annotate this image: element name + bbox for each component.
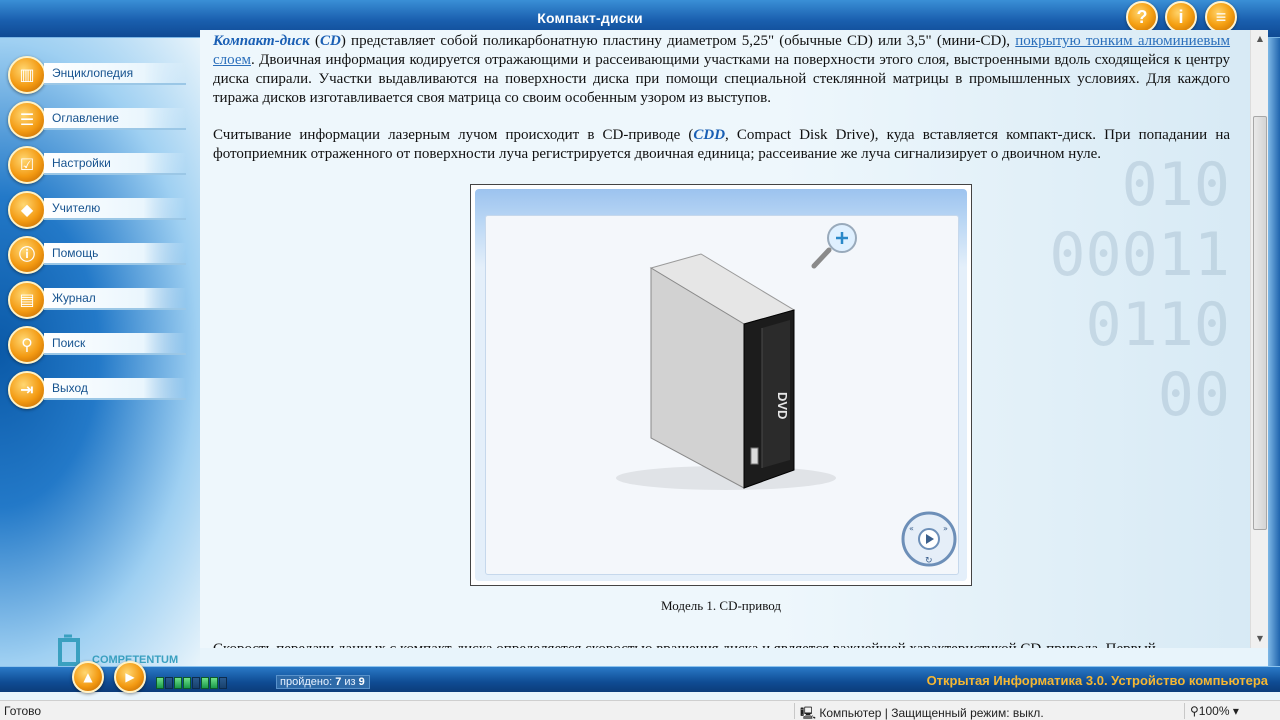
sidebar-item-label: Поиск: [52, 336, 86, 350]
sidebar-item-settings[interactable]: ☑ Настройки: [8, 146, 186, 186]
sidebar-item-label: Энциклопедия: [52, 66, 134, 80]
vertical-scrollbar[interactable]: ▲ ▼: [1250, 30, 1268, 648]
background-decoration: 010 00011 0110 00: [1049, 150, 1230, 430]
sidebar-item-label: Журнал: [52, 291, 96, 305]
sidebar-item-help[interactable]: ⓘ Помощь: [8, 236, 186, 276]
zoom-icon[interactable]: [811, 223, 857, 269]
security-zone: 🖳 Компьютер | Защищенный режим: выкл.: [800, 706, 1044, 720]
scroll-thumb[interactable]: [1253, 116, 1267, 530]
content-area: 010 00011 0110 00 Компакт-диск (CD) предста…: [200, 30, 1250, 648]
journal-icon: ▤: [8, 281, 46, 319]
exit-icon: ⇥: [8, 371, 46, 409]
sidebar-item-exit[interactable]: ⇥ Выход: [8, 371, 186, 411]
status-text: Готово: [4, 704, 42, 718]
next-page-button[interactable]: ▶: [114, 661, 146, 693]
dvd-logo: DVD: [775, 392, 790, 419]
help-book-icon: ⓘ: [8, 236, 46, 274]
sidebar-item-label: Настройки: [52, 156, 111, 170]
search-icon: ⚲: [8, 326, 46, 364]
competentum-logo: COMPETENTUM: [54, 632, 184, 668]
computer-icon: 🖳: [800, 706, 820, 720]
term-cd-abbr: CD: [319, 33, 341, 49]
paragraph-2: Считывание информации лазерным лучом про…: [213, 127, 1231, 162]
sidebar-item-label: Выход: [52, 381, 88, 395]
sidebar-item-encyclopedia[interactable]: ▥ Энциклопедия: [8, 56, 186, 96]
checkbox-icon: ☑: [8, 146, 46, 184]
sidebar-item-journal[interactable]: ▤ Журнал: [8, 281, 186, 321]
model-viewer: DVD « » ↻: [470, 184, 972, 586]
scroll-up-icon[interactable]: ▲: [1252, 32, 1268, 46]
graduation-cap-icon: ◆: [8, 191, 46, 229]
sidebar-item-teacher[interactable]: ◆ Учителю: [8, 191, 186, 231]
window-title: Компакт-диски: [537, 10, 643, 26]
cd-drive-model: DVD: [616, 223, 857, 490]
model-canvas[interactable]: DVD: [485, 215, 959, 575]
info-icon: i: [1178, 7, 1184, 27]
list-icon: ☰: [8, 101, 46, 139]
sidebar-item-label: Помощь: [52, 246, 99, 260]
svg-text:↻: ↻: [925, 556, 933, 566]
scroll-down-icon[interactable]: ▼: [1252, 632, 1268, 646]
arrow-up-icon: ▲: [83, 670, 93, 684]
help-icon: ?: [1136, 7, 1148, 27]
progress-indicator: [156, 676, 228, 689]
term-cdd: CDD: [693, 127, 726, 143]
window-frame-edge: [1268, 38, 1280, 666]
zoom-icon: ⚲: [1190, 704, 1199, 718]
sidebar-item-label: Учителю: [52, 201, 101, 215]
playback-control[interactable]: « » ↻: [899, 509, 959, 569]
menu-icon: ≡: [1215, 7, 1227, 27]
svg-text:«: «: [909, 524, 914, 533]
zoom-level[interactable]: ⚲100% ▾: [1190, 704, 1239, 718]
term-cd: Компакт-диск: [213, 33, 310, 49]
sidebar-item-label: Оглавление: [52, 111, 119, 125]
model-caption: Модель 1. CD-привод: [660, 598, 781, 613]
svg-text:»: »: [943, 524, 948, 533]
arrow-right-icon: ▶: [125, 670, 135, 684]
status-bar: Готово 🖳 Компьютер | Защищенный режим: в…: [0, 700, 1280, 720]
progress-text: пройдено: 7 из 9: [276, 675, 370, 689]
scroll-top-button[interactable]: ▲: [72, 661, 104, 693]
course-title: Открытая Информатика 3.0. Устройство ком…: [926, 673, 1268, 688]
menu-button[interactable]: ≡: [1205, 1, 1237, 33]
sidebar-item-contents[interactable]: ☰ Оглавление: [8, 101, 186, 141]
book-icon: ▥: [8, 56, 46, 94]
paragraph-3: Скорость передачи данных с компакт-диска…: [213, 640, 1230, 648]
paragraph-1: Компакт-диск (CD) представляет собой пол…: [213, 33, 1231, 106]
help-button[interactable]: ?: [1126, 1, 1158, 33]
info-button[interactable]: i: [1165, 1, 1197, 33]
sidebar-item-search[interactable]: ⚲ Поиск: [8, 326, 186, 366]
